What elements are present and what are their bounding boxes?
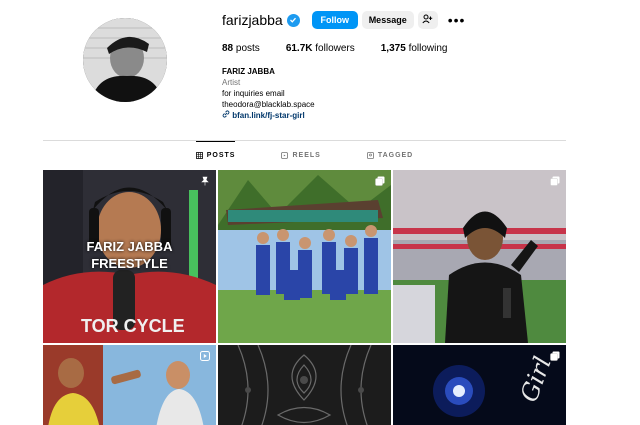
more-options-icon[interactable]: ••• (448, 13, 466, 27)
followers-stat[interactable]: 61.7K followers (286, 43, 355, 54)
category-label: Artist (222, 78, 241, 87)
posts-count: 88 (222, 43, 234, 54)
verified-badge-icon (286, 13, 300, 27)
reel-icon (200, 351, 210, 361)
following-count: 1,375 (380, 43, 406, 54)
post-thumbnail (43, 345, 216, 425)
following-stat[interactable]: 1,375 following (381, 43, 448, 54)
shirt-text: TOR CYCLE (81, 316, 185, 336)
profile-bio: FARIZ JABBA Artist for inquiries email t… (222, 66, 315, 121)
post-tile[interactable] (218, 170, 391, 343)
tab-tagged[interactable]: TAGGED (366, 141, 414, 169)
post-tile[interactable] (43, 345, 216, 425)
grid-icon (195, 152, 203, 159)
posts-grid: TOR CYCLE FARIZ JABBA FREESTYLE Girl (43, 170, 567, 425)
tab-tagged-label: TAGGED (377, 151, 414, 159)
tab-reels[interactable]: REELS (281, 141, 320, 169)
post-caption: FARIZ JABBA FREESTYLE (86, 239, 173, 271)
profile-avatar[interactable] (83, 18, 167, 102)
profile-stats: 88 posts 61.7K followers 1,375 following (222, 43, 473, 54)
tab-posts[interactable]: POSTS (195, 141, 236, 169)
post-tile[interactable]: TOR CYCLE FARIZ JABBA FREESTYLE (43, 170, 216, 343)
display-name: FARIZ JABBA (222, 67, 275, 76)
posts-label: posts (235, 43, 260, 54)
message-button[interactable]: Message (361, 11, 414, 29)
post-tile[interactable]: Girl (393, 345, 566, 425)
followers-count: 61.7K (285, 43, 313, 54)
tab-posts-label: POSTS (206, 152, 236, 159)
post-thumbnail (218, 170, 391, 343)
posts-stat: 88 posts (222, 43, 260, 54)
link-icon (222, 110, 232, 120)
post-thumbnail (393, 170, 566, 343)
bio-link-text: bfan.link/fj-star-girl (232, 111, 305, 120)
pin-icon (200, 176, 210, 186)
bio-link[interactable]: bfan.link/fj-star-girl (222, 110, 315, 121)
carousel-icon (375, 176, 385, 186)
reels-icon (281, 151, 289, 159)
post-thumbnail: Girl (393, 345, 566, 425)
follow-button[interactable]: Follow (311, 11, 358, 29)
following-label: following (408, 43, 448, 54)
bio-email: theodora@blacklab.space (222, 100, 315, 109)
post-tile[interactable] (393, 170, 566, 343)
add-user-icon (422, 14, 433, 26)
profile-tabs: POSTS REELS TAGGED (43, 141, 566, 169)
carousel-icon (550, 176, 560, 186)
profile-header: farizjabba Follow Message ••• (222, 10, 465, 30)
post-tile[interactable] (218, 345, 391, 425)
tagged-icon (366, 151, 374, 159)
bio-line: for inquiries email (222, 89, 285, 98)
username: farizjabba (222, 12, 283, 28)
tab-reels-label: REELS (292, 151, 321, 159)
post-thumbnail (218, 345, 391, 425)
followers-label: followers (315, 43, 355, 54)
suggested-users-button[interactable] (417, 11, 438, 29)
carousel-icon (550, 351, 560, 361)
